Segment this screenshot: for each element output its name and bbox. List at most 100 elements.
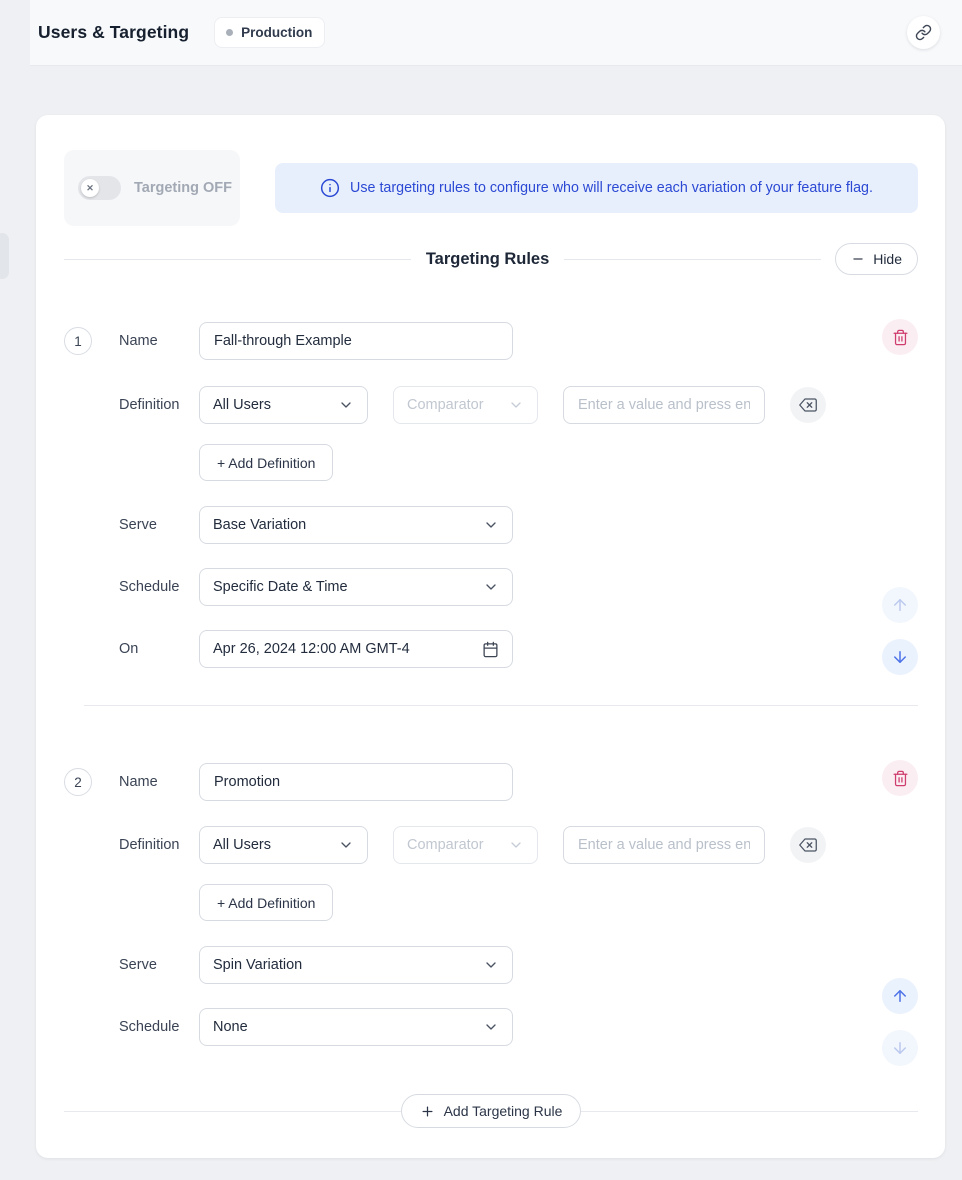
chevron-down-icon <box>508 837 524 853</box>
link-icon <box>915 24 932 41</box>
schedule-label: Schedule <box>119 579 199 595</box>
targeting-rule-1: 1 Name Definition All Users Comparator <box>64 322 918 668</box>
definition-row: Definition All Users Comparator <box>64 386 918 424</box>
add-definition-row: + Add Definition <box>64 884 918 921</box>
page-title: Users & Targeting <box>38 22 189 43</box>
comparator-select-placeholder: Comparator <box>407 397 484 413</box>
on-datetime-value: Apr 26, 2024 12:00 AM GMT-4 <box>213 641 410 657</box>
rule-divider <box>84 705 918 706</box>
definition-value-input[interactable] <box>563 386 765 424</box>
rule-name-input[interactable] <box>199 763 513 801</box>
chevron-down-icon <box>483 517 499 533</box>
schedule-select-value: None <box>213 1019 248 1035</box>
serve-row: Serve Spin Variation <box>64 946 918 984</box>
status-row: ✕ Targeting OFF Use targeting rules to c… <box>64 150 918 226</box>
add-targeting-rule-label: Add Targeting Rule <box>444 1103 563 1119</box>
calendar-icon <box>482 641 499 658</box>
plus-icon <box>420 1104 435 1119</box>
drawer-handle[interactable] <box>0 233 9 279</box>
divider <box>564 259 821 260</box>
add-definition-row: + Add Definition <box>64 444 918 481</box>
arrow-down-icon <box>891 1039 909 1057</box>
attribute-select-value: All Users <box>213 397 271 413</box>
serve-row: Serve Base Variation <box>64 506 918 544</box>
clear-definition-button[interactable] <box>790 827 826 863</box>
rule-number-badge: 1 <box>64 327 92 355</box>
definition-value-input[interactable] <box>563 826 765 864</box>
attribute-select-value: All Users <box>213 837 271 853</box>
comparator-select[interactable]: Comparator <box>393 386 538 424</box>
section-title: Targeting Rules <box>426 250 549 269</box>
definition-row: Definition All Users Comparator <box>64 826 918 864</box>
targeting-card: ✕ Targeting OFF Use targeting rules to c… <box>36 115 945 1158</box>
trash-icon <box>892 770 909 787</box>
name-label: Name <box>119 774 199 790</box>
schedule-row: Schedule None <box>64 1008 918 1046</box>
schedule-select[interactable]: None <box>199 1008 513 1046</box>
name-label: Name <box>119 333 199 349</box>
backspace-icon <box>799 836 817 854</box>
schedule-select-value: Specific Date & Time <box>213 579 348 595</box>
schedule-label: Schedule <box>119 1019 199 1035</box>
add-definition-button[interactable]: + Add Definition <box>199 444 333 481</box>
add-definition-button[interactable]: + Add Definition <box>199 884 333 921</box>
move-rule-down-button[interactable] <box>882 1030 918 1066</box>
comparator-select[interactable]: Comparator <box>393 826 538 864</box>
rule-name-input[interactable] <box>199 322 513 360</box>
serve-select-value: Base Variation <box>213 517 306 533</box>
info-banner: Use targeting rules to configure who wil… <box>275 163 918 213</box>
delete-rule-button[interactable] <box>882 319 918 355</box>
info-icon <box>320 178 340 198</box>
add-targeting-rule-button[interactable]: Add Targeting Rule <box>401 1094 582 1128</box>
targeting-toggle-card: ✕ Targeting OFF <box>64 150 240 226</box>
targeting-rules-section-head: Targeting Rules Hide <box>64 243 918 275</box>
clear-definition-button[interactable] <box>790 387 826 423</box>
definition-label: Definition <box>119 397 199 413</box>
definition-label: Definition <box>119 837 199 853</box>
info-banner-text: Use targeting rules to configure who wil… <box>350 180 873 196</box>
on-label: On <box>119 641 199 657</box>
move-rule-up-button[interactable] <box>882 978 918 1014</box>
targeting-rule-2: 2 Name Definition All Users Comparator <box>64 763 918 1046</box>
attribute-select[interactable]: All Users <box>199 826 368 864</box>
chevron-down-icon <box>483 957 499 973</box>
copy-link-button[interactable] <box>907 16 940 49</box>
trash-icon <box>892 329 909 346</box>
serve-select[interactable]: Spin Variation <box>199 946 513 984</box>
hide-button-label: Hide <box>873 251 902 267</box>
comparator-select-placeholder: Comparator <box>407 837 484 853</box>
backspace-icon <box>799 396 817 414</box>
serve-label: Serve <box>119 517 199 533</box>
move-rule-down-button[interactable] <box>882 639 918 675</box>
chevron-down-icon <box>508 397 524 413</box>
serve-label: Serve <box>119 957 199 973</box>
minus-icon <box>851 252 865 266</box>
page-header: Users & Targeting Production <box>30 0 962 66</box>
move-rule-up-button[interactable] <box>882 587 918 623</box>
targeting-toggle[interactable]: ✕ <box>78 176 121 200</box>
environment-dot-icon <box>226 29 233 36</box>
serve-select[interactable]: Base Variation <box>199 506 513 544</box>
toggle-knob-x-icon: ✕ <box>81 179 99 197</box>
hide-rules-button[interactable]: Hide <box>835 243 918 275</box>
schedule-row: Schedule Specific Date & Time <box>64 568 918 606</box>
rule-name-row: 1 Name <box>64 322 918 360</box>
users-targeting-page: Users & Targeting Production ✕ Targeting… <box>0 0 962 1180</box>
add-rule-row: Add Targeting Rule <box>64 1094 918 1128</box>
arrow-up-icon <box>891 596 909 614</box>
on-datetime-input[interactable]: Apr 26, 2024 12:00 AM GMT-4 <box>199 630 513 668</box>
delete-rule-button[interactable] <box>882 760 918 796</box>
rule-name-row: 2 Name <box>64 763 918 801</box>
chevron-down-icon <box>338 837 354 853</box>
environment-badge[interactable]: Production <box>214 17 325 48</box>
arrow-down-icon <box>891 648 909 666</box>
attribute-select[interactable]: All Users <box>199 386 368 424</box>
targeting-state-label: Targeting OFF <box>134 180 232 196</box>
environment-label: Production <box>241 25 312 40</box>
schedule-select[interactable]: Specific Date & Time <box>199 568 513 606</box>
chevron-down-icon <box>483 579 499 595</box>
chevron-down-icon <box>483 1019 499 1035</box>
serve-select-value: Spin Variation <box>213 957 302 973</box>
arrow-up-icon <box>891 987 909 1005</box>
divider <box>64 259 411 260</box>
